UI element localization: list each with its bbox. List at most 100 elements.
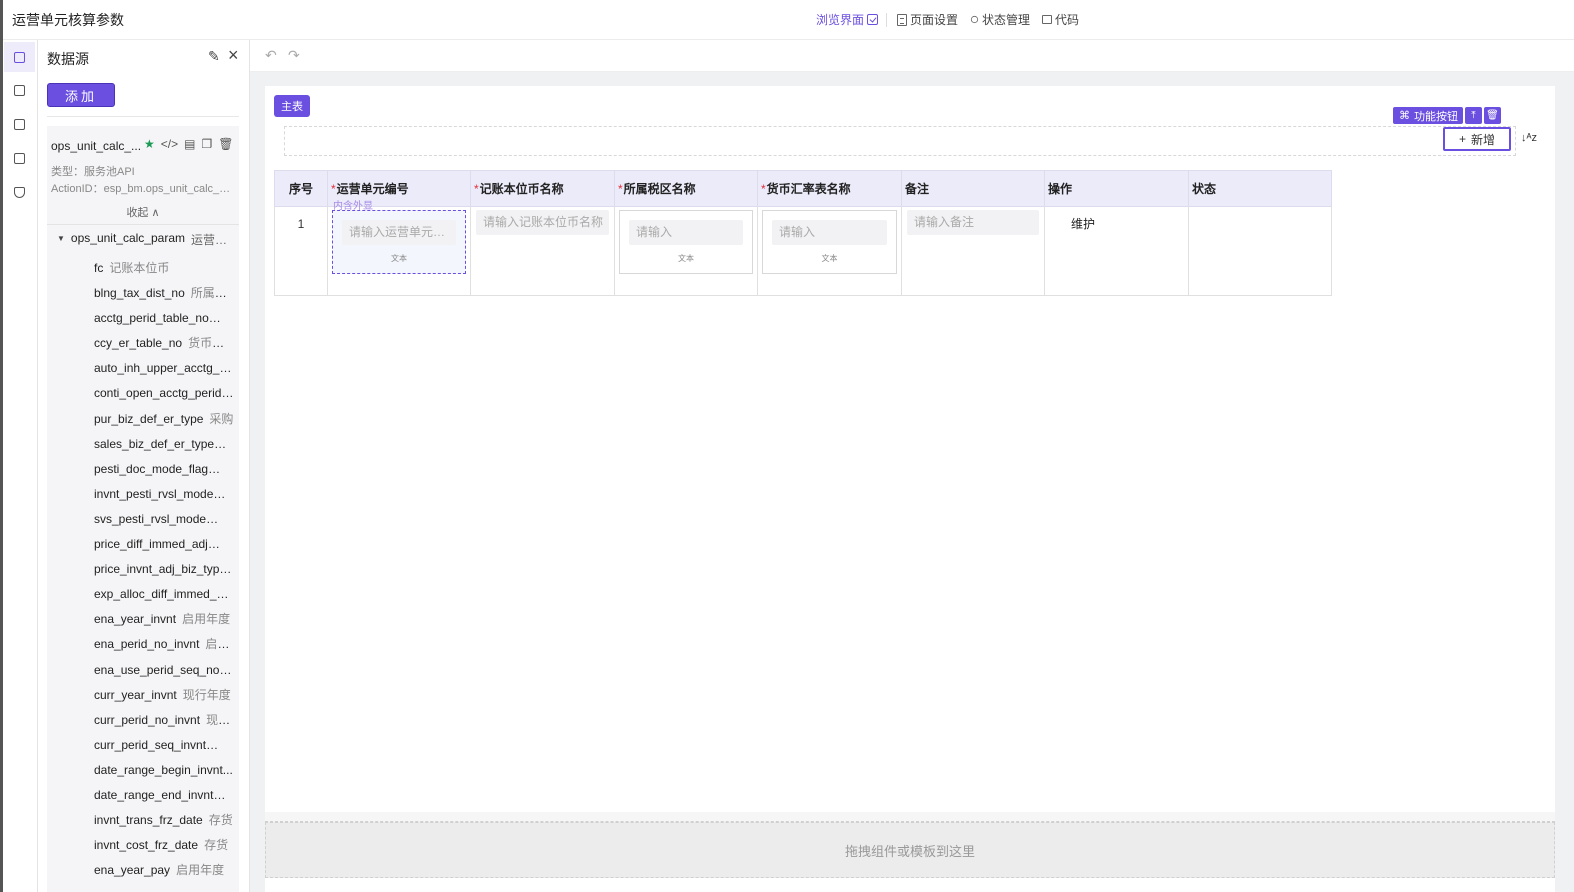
- column-header-rate-table[interactable]: *货币汇率表名称: [757, 170, 902, 207]
- tax-district-input[interactable]: 请输入: [629, 220, 743, 245]
- state-management-button[interactable]: 状态管理: [970, 11, 1030, 28]
- field-item[interactable]: curr_perid_no_invnt 现行期间: [94, 708, 234, 733]
- sort-az-icon[interactable]: ↓ᴬz: [1521, 132, 1537, 144]
- required-mark: *: [474, 182, 479, 196]
- edit-icon[interactable]: ▤: [184, 137, 195, 151]
- field-item[interactable]: invnt_pesti_rvsl_mode存货: [94, 482, 234, 507]
- field-box[interactable]: 请输入 文本: [762, 210, 897, 274]
- field-item[interactable]: price_diff_immed_adj价差: [94, 532, 234, 557]
- code-icon[interactable]: </>: [161, 137, 178, 151]
- field-item[interactable]: blng_tax_dist_no 所属税区: [94, 281, 234, 306]
- tree-rail-button[interactable]: [4, 109, 35, 139]
- delete-icon[interactable]: 🗑: [218, 137, 233, 151]
- field-item[interactable]: exp_alloc_diff_immed_adj...: [94, 582, 234, 607]
- redo-icon[interactable]: ↷: [288, 47, 300, 64]
- copy-icon[interactable]: ❐: [201, 137, 212, 151]
- field-item[interactable]: acctg_perid_table_no会计期间: [94, 306, 234, 331]
- field-item[interactable]: invnt_cost_frz_date 存货: [94, 833, 234, 858]
- page-settings-button[interactable]: 页面设置: [897, 11, 958, 28]
- shield-rail-button[interactable]: [4, 177, 35, 207]
- field-item[interactable]: ccy_er_table_no 货币汇率: [94, 331, 234, 356]
- pin-icon[interactable]: ★: [144, 137, 155, 151]
- browse-view-button[interactable]: 浏览界面: [816, 11, 879, 28]
- selected-field-box[interactable]: 请输入运营单元编号 文本: [332, 210, 466, 274]
- cell-currency[interactable]: 请输入记账本位币名称: [470, 206, 615, 296]
- field-item[interactable]: ena_year_pay 启用年度: [94, 858, 234, 883]
- terminal-rail-button[interactable]: [4, 143, 35, 173]
- left-icon-rail: [0, 40, 38, 892]
- field-name: ena_use_perid_seq_no_in...: [94, 662, 234, 677]
- move-top-icon[interactable]: ⤒: [1465, 107, 1482, 124]
- field-item[interactable]: date_range_begin_invnt...: [94, 758, 234, 783]
- close-icon[interactable]: ×: [228, 45, 239, 66]
- add-row-button[interactable]: + 新增: [1443, 127, 1511, 151]
- field-name: sales_biz_def_er_type: [94, 436, 215, 451]
- pin-icon[interactable]: ✎: [208, 48, 220, 65]
- field-desc: 启用年度: [182, 612, 231, 627]
- column-header-ops-unit[interactable]: *运营单元编号 内含外显: [327, 170, 471, 212]
- component-drop-zone[interactable]: 拖拽组件或模板到这里: [265, 822, 1555, 878]
- field-name: ccy_er_table_no: [94, 336, 183, 351]
- field-item[interactable]: sales_biz_def_er_type销售: [94, 432, 234, 457]
- button-drop-row[interactable]: [284, 126, 1516, 156]
- field-name: svs_pesti_rvsl_mode: [94, 511, 207, 526]
- cell-ops-unit[interactable]: 请输入运营单元编号 文本: [327, 206, 471, 296]
- field-item[interactable]: pur_biz_def_er_type 采购: [94, 407, 234, 432]
- cell-remark[interactable]: 请输入备注: [901, 206, 1045, 296]
- remark-input[interactable]: 请输入备注: [907, 210, 1039, 235]
- datasource-rail-button[interactable]: [4, 42, 35, 72]
- field-item[interactable]: ena_use_perid_seq_no_in...: [94, 658, 234, 683]
- field-item[interactable]: auto_inh_upper_acctg_pe...: [94, 356, 234, 381]
- root-desc: 运营单元核算参数: [191, 233, 237, 247]
- collapse-toggle[interactable]: 收起 ∧: [47, 204, 239, 220]
- field-name: invnt_cost_frz_date: [94, 838, 199, 853]
- undo-icon[interactable]: ↶: [265, 47, 277, 64]
- function-button[interactable]: ⌘ 功能按钮: [1393, 107, 1463, 124]
- function-toolbar: ⌘ 功能按钮 ⤒ 🗑: [1393, 107, 1501, 124]
- source-actions: ★ </> ▤ ❐ 🗑: [144, 137, 233, 151]
- field-name: invnt_pesti_rvsl_mode: [94, 486, 214, 501]
- app-title: 运营单元核算参数: [12, 12, 124, 28]
- column-header-index[interactable]: 序号: [274, 170, 328, 207]
- ops-unit-input[interactable]: 请输入运营单元编号: [342, 220, 456, 245]
- field-item[interactable]: invnt_trans_frz_date 存货: [94, 808, 234, 833]
- field-item[interactable]: date_range_end_invnt开始: [94, 783, 234, 808]
- column-header-remark[interactable]: 备注: [901, 170, 1045, 207]
- cell-rate-table[interactable]: 请输入 文本: [757, 206, 902, 296]
- field-item[interactable]: ena_perid_no_invnt 启用期间: [94, 632, 234, 657]
- field-item[interactable]: fc 记账本位币: [94, 256, 234, 281]
- column-header-status[interactable]: 状态: [1188, 170, 1332, 207]
- components-rail-button[interactable]: [4, 75, 35, 105]
- caret-down-icon[interactable]: ▼: [57, 234, 65, 248]
- column-header-currency[interactable]: *记账本位币名称: [470, 170, 615, 207]
- divider: [47, 224, 239, 225]
- main-table-tag[interactable]: 主表: [274, 95, 310, 117]
- divider: [47, 116, 239, 117]
- field-item[interactable]: ena_year_invnt 启用年度: [94, 607, 234, 632]
- column-header-operation[interactable]: 操作: [1044, 170, 1189, 207]
- field-item[interactable]: pesti_doc_mode_flag暂估: [94, 457, 234, 482]
- page-settings-label: 页面设置: [910, 13, 959, 27]
- drop-zone-top: [265, 812, 1555, 822]
- field-item[interactable]: curr_year_invnt 现行年度: [94, 683, 234, 708]
- required-mark: *: [761, 182, 766, 196]
- field-box[interactable]: 请输入 文本: [619, 210, 753, 274]
- chevron-up-icon: ∧: [151, 207, 160, 219]
- drop-hint: 拖拽组件或模板到这里: [844, 843, 975, 859]
- shield-icon: [14, 186, 25, 198]
- maintain-link[interactable]: 维护: [1071, 215, 1095, 232]
- source-name[interactable]: ops_unit_calc_...: [51, 139, 141, 153]
- field-item[interactable]: curr_perid_seq_invnt 现行: [94, 733, 234, 758]
- tree-root-node[interactable]: ▼ ops_unit_calc_param 运营单元核算参数: [57, 231, 237, 248]
- currency-input[interactable]: 请输入记账本位币名称: [476, 210, 609, 235]
- code-button[interactable]: 代码: [1042, 11, 1079, 28]
- rate-table-input[interactable]: 请输入: [772, 220, 887, 245]
- field-item[interactable]: price_invnt_adj_biz_type...: [94, 557, 234, 582]
- field-name: price_diff_immed_adj: [94, 537, 208, 552]
- delete-icon[interactable]: 🗑: [1484, 107, 1501, 124]
- add-datasource-button[interactable]: 添加: [47, 83, 115, 107]
- column-header-tax-district[interactable]: *所属税区名称: [614, 170, 758, 207]
- cell-tax-district[interactable]: 请输入 文本: [614, 206, 758, 296]
- field-item[interactable]: conti_open_acctg_perid_c...: [94, 381, 234, 406]
- field-item[interactable]: svs_pesti_rvsl_mode 服务: [94, 507, 234, 532]
